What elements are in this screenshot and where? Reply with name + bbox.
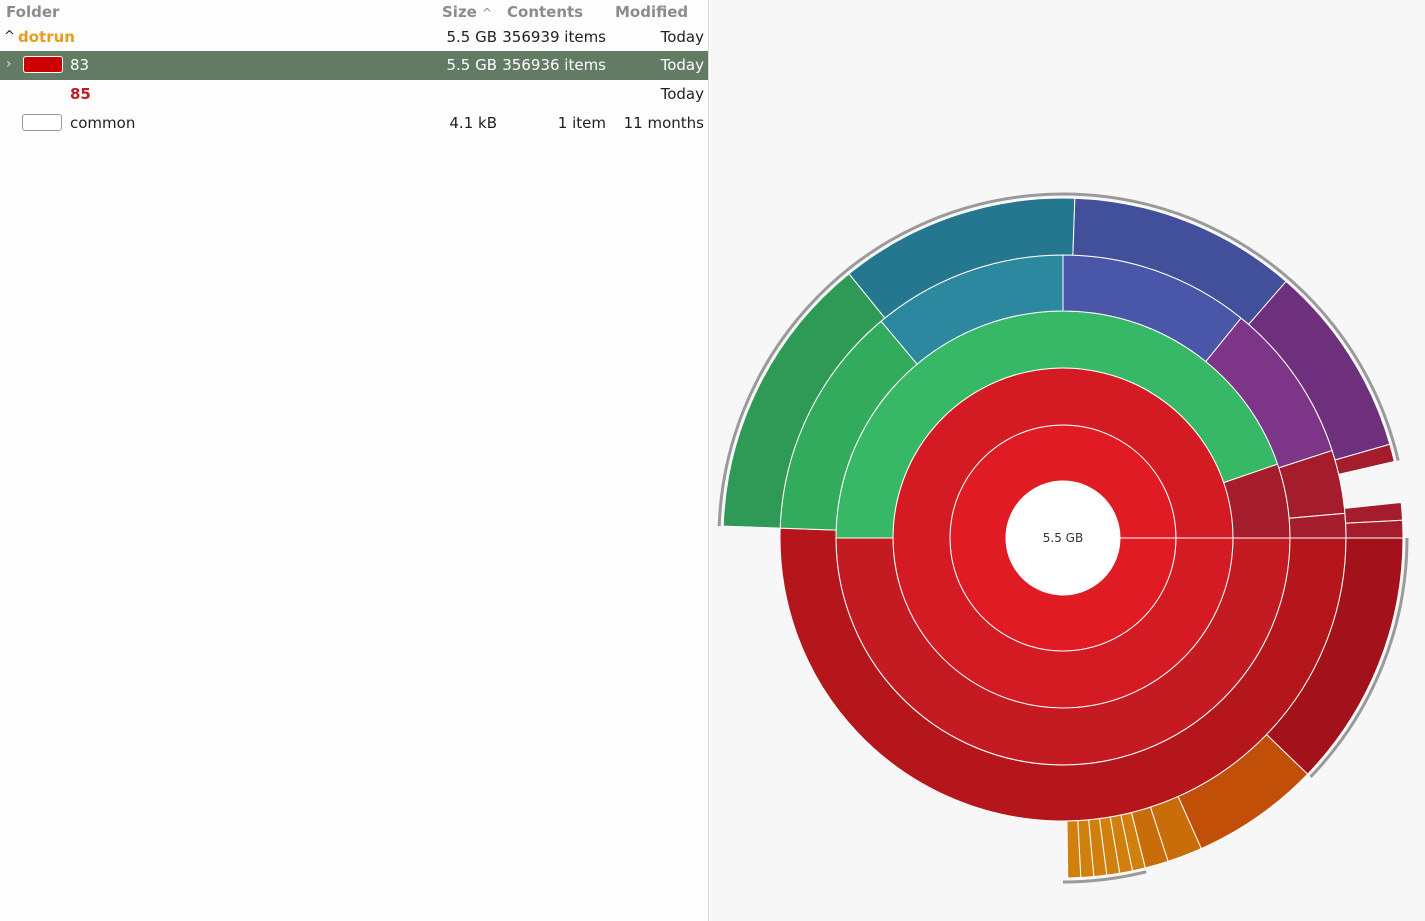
center-total-label: 5.5 GB bbox=[1043, 531, 1083, 545]
column-header-contents[interactable]: Contents bbox=[507, 3, 583, 21]
ring-5-crimson-segment[interactable] bbox=[1345, 519, 1404, 539]
folder-size: 5.5 GB bbox=[446, 56, 497, 74]
folder-name: 83 bbox=[70, 56, 90, 74]
usage-ring-chart: 5.5 GB bbox=[710, 0, 1425, 921]
folder-modified: Today bbox=[660, 85, 704, 103]
ring-5-orange-sliver-segment[interactable] bbox=[1066, 820, 1082, 879]
tree-row-common[interactable]: common 4.1 kB 1 item 11 months bbox=[0, 109, 708, 138]
column-header-size[interactable]: Size bbox=[442, 3, 477, 21]
folder-modified: 11 months bbox=[623, 114, 704, 132]
folder-name: dotrun bbox=[18, 28, 75, 46]
folder-color-swatch bbox=[22, 114, 62, 131]
folder-contents: 356939 items bbox=[502, 28, 606, 46]
folder-name: common bbox=[70, 114, 136, 132]
ring-4-crimson-small-segment[interactable] bbox=[1288, 512, 1347, 539]
ring-chart-canvas: 5.5 GB bbox=[717, 192, 1409, 884]
tree-row-dotrun[interactable]: ^ dotrun 5.5 GB 356939 items Today bbox=[0, 23, 708, 52]
column-header-folder[interactable]: Folder bbox=[6, 3, 59, 21]
expand-arrow-icon[interactable]: › bbox=[6, 56, 12, 72]
column-header-bar: Folder Size ^ Contents Modified bbox=[0, 0, 708, 24]
folder-color-swatch bbox=[23, 56, 63, 73]
tree-row-85[interactable]: 85 Today bbox=[0, 80, 708, 109]
folder-size: 4.1 kB bbox=[449, 114, 497, 132]
folder-contents: 356936 items bbox=[502, 56, 606, 74]
ring-5-crimson-segment[interactable] bbox=[1343, 501, 1404, 524]
tree-row-83[interactable]: › 83 5.5 GB 356936 items Today bbox=[0, 51, 708, 80]
sort-ascending-icon: ^ bbox=[482, 6, 493, 20]
column-header-modified[interactable]: Modified bbox=[615, 3, 688, 21]
folder-name: 85 bbox=[70, 85, 91, 103]
folder-size: 5.5 GB bbox=[446, 28, 497, 46]
folder-modified: Today bbox=[660, 56, 704, 74]
folder-contents: 1 item bbox=[557, 114, 606, 132]
disk-usage-window: Folder Size ^ Contents Modified ^ dotrun… bbox=[0, 0, 1425, 921]
collapse-arrow-icon[interactable]: ^ bbox=[4, 29, 15, 44]
folder-modified: Today bbox=[660, 28, 704, 46]
folder-tree: Folder Size ^ Contents Modified ^ dotrun… bbox=[0, 0, 709, 921]
